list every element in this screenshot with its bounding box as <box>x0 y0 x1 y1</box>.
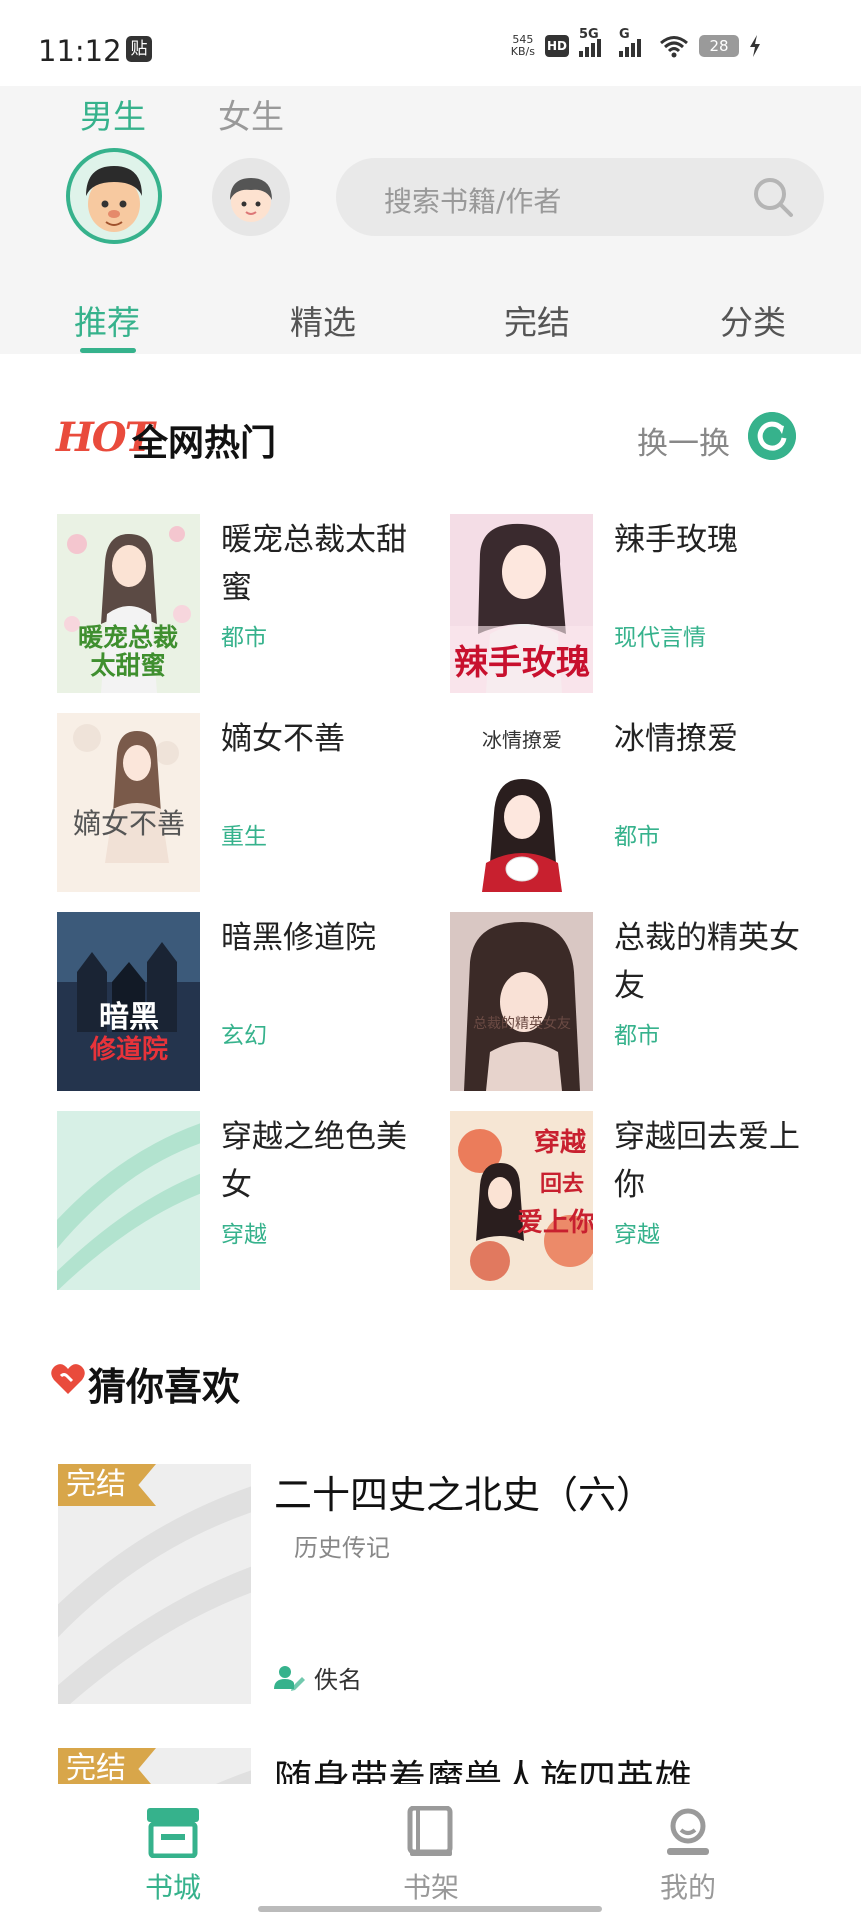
book-card[interactable]: 总裁的精英女友 总裁的精英女友 都市 <box>450 912 830 1092</box>
list-item[interactable]: 完结 随身带着魔兽人族四英雄 <box>58 1748 818 1784</box>
hot-section-header: HOT 全网热门 换一换 <box>56 410 796 466</box>
charging-icon <box>750 35 760 57</box>
profile-icon <box>667 1808 709 1855</box>
cover-text: 暗黑 <box>99 1000 159 1035</box>
list-item-title[interactable]: 随身带着魔兽人族四英雄 <box>274 1748 692 1784</box>
tab-completed[interactable]: 完结 <box>504 296 570 344</box>
list-item-author: 佚名 <box>274 1660 362 1695</box>
tab-male[interactable]: 男生 <box>80 90 146 138</box>
book-title[interactable]: 辣手玫瑰 <box>614 516 804 564</box>
book-card[interactable]: 暖宠总裁 太甜蜜 暖宠总裁太甜蜜 都市 <box>57 514 437 694</box>
book-tag: 现代言情 <box>614 625 706 651</box>
book-card[interactable]: 穿越 回去 爱上你 穿越回去爱上你 穿越 <box>450 1111 830 1291</box>
book-card[interactable]: 冰情撩爱 冰情撩爱 都市 <box>450 713 830 893</box>
nav-bookshelf[interactable]: 书架 <box>371 1806 491 1906</box>
book-title[interactable]: 穿越回去爱上你 <box>614 1113 804 1209</box>
network-speed-unit: KB/s <box>510 45 535 58</box>
cover-text: 总裁的精英女友 <box>473 1015 571 1032</box>
tab-category[interactable]: 分类 <box>720 296 786 344</box>
male-avatar-icon[interactable] <box>66 148 162 244</box>
book-title[interactable]: 暖宠总裁太甜蜜 <box>221 516 411 612</box>
book-title[interactable]: 暗黑修道院 <box>221 914 411 962</box>
book-title[interactable]: 嫡女不善 <box>221 715 411 763</box>
book-card[interactable]: 穿越之绝色美女 穿越 <box>57 1111 437 1291</box>
tab-recommend[interactable]: 推荐 <box>74 296 140 344</box>
signal-5g-icon: 5G <box>579 27 609 57</box>
author-name: 佚名 <box>314 1666 362 1694</box>
book-cover[interactable]: 冰情撩爱 <box>450 713 593 892</box>
cover-text-2: 太甜蜜 <box>90 651 165 680</box>
bottom-navigation: 书城 书架 我的 <box>0 1784 861 1920</box>
home-indicator[interactable] <box>258 1906 602 1912</box>
nav-profile[interactable]: 我的 <box>628 1806 748 1906</box>
book-tag: 玄幻 <box>221 1023 267 1049</box>
book-cover[interactable]: 穿越 回去 爱上你 <box>450 1111 593 1290</box>
status-time: 11:12 <box>38 34 122 68</box>
book-title[interactable]: 总裁的精英女友 <box>614 914 804 1010</box>
cover-text-2: 修道院 <box>89 1034 168 1065</box>
book-card[interactable]: 嫡女不善 嫡女不善 重生 <box>57 713 437 893</box>
tab-featured[interactable]: 精选 <box>290 296 356 344</box>
status-indicators: 545 KB/s HD 5G G 28 <box>511 27 761 58</box>
nav-bookstore-label: 书城 <box>144 1871 201 1904</box>
status-bar: 11:12 贴 545 KB/s HD 5G G 28 <box>0 0 861 86</box>
cover-text-3: 爱上你 <box>517 1208 593 1238</box>
refresh-button-label[interactable]: 换一换 <box>637 418 730 463</box>
book-cover[interactable]: 辣手玫瑰 <box>450 514 593 693</box>
hd-icon: HD <box>545 35 569 57</box>
book-card[interactable]: 暗黑 修道院 暗黑修道院 玄幻 <box>57 912 437 1092</box>
search-placeholder: 搜索书籍/作者 <box>384 185 562 218</box>
list-item[interactable]: 完结 二十四史之北史（六） 历史传记 佚名 <box>58 1464 818 1704</box>
cover-text: 暖宠总裁 <box>78 623 178 652</box>
header: 男生 女生 搜索书籍/作者 推荐 精选 完结 分类 <box>0 86 861 354</box>
book-cover[interactable]: 总裁的精英女友 <box>450 912 593 1091</box>
search-icon[interactable] <box>752 176 794 218</box>
nav-profile-label: 我的 <box>659 1871 716 1904</box>
book-tag: 都市 <box>614 824 660 850</box>
tab-female[interactable]: 女生 <box>218 90 284 138</box>
wifi-icon <box>660 36 688 58</box>
list-item-category: 历史传记 <box>294 1534 390 1562</box>
network-type-label: 5G <box>579 27 599 42</box>
book-title[interactable]: 穿越之绝色美女 <box>221 1113 411 1209</box>
guess-section-title: 猜你喜欢 <box>88 1365 241 1409</box>
bookshelf-icon <box>407 1806 453 1856</box>
signal-g-icon: G <box>619 27 649 57</box>
cover-text: 嫡女不善 <box>73 807 185 840</box>
book-cover[interactable]: 暖宠总裁 太甜蜜 <box>57 514 200 693</box>
hot-section-title: 全网热门 <box>132 423 277 464</box>
nav-bookstore[interactable]: 书城 <box>113 1806 233 1906</box>
cover-text-2: 回去 <box>540 1172 584 1197</box>
author-icon <box>274 1665 305 1691</box>
search-input[interactable]: 搜索书籍/作者 <box>336 158 824 236</box>
book-tag: 穿越 <box>221 1222 267 1248</box>
book-cover-placeholder[interactable] <box>57 1111 200 1290</box>
book-tag: 都市 <box>614 1023 660 1049</box>
cover-text: 辣手玫瑰 <box>454 643 590 683</box>
network-speed: 545 KB/s <box>511 34 535 58</box>
book-tag: 穿越 <box>614 1222 660 1248</box>
battery-icon: 28 <box>699 35 739 57</box>
book-cover-placeholder[interactable]: 完结 <box>58 1748 251 1784</box>
book-card[interactable]: 辣手玫瑰 辣手玫瑰 现代言情 <box>450 514 830 694</box>
book-title[interactable]: 冰情撩爱 <box>614 715 804 763</box>
book-cover-placeholder[interactable]: 完结 <box>58 1464 251 1704</box>
nav-bookshelf-label: 书架 <box>402 1871 459 1904</box>
list-item-title[interactable]: 二十四史之北史（六） <box>274 1464 654 1519</box>
book-tag: 都市 <box>221 625 267 651</box>
notification-badge-icon: 贴 <box>126 36 152 62</box>
heart-icon <box>51 1364 85 1394</box>
store-icon <box>147 1808 199 1858</box>
cover-text: 穿越 <box>534 1127 587 1158</box>
refresh-icon[interactable] <box>748 412 796 460</box>
book-cover[interactable]: 暗黑 修道院 <box>57 912 200 1091</box>
network-type-label-2: G <box>619 27 630 42</box>
book-cover[interactable]: 嫡女不善 <box>57 713 200 892</box>
cover-text: 冰情撩爱 <box>482 728 562 752</box>
tab-indicator <box>80 348 136 353</box>
book-tag: 重生 <box>221 824 267 850</box>
female-avatar-icon[interactable] <box>212 158 290 236</box>
